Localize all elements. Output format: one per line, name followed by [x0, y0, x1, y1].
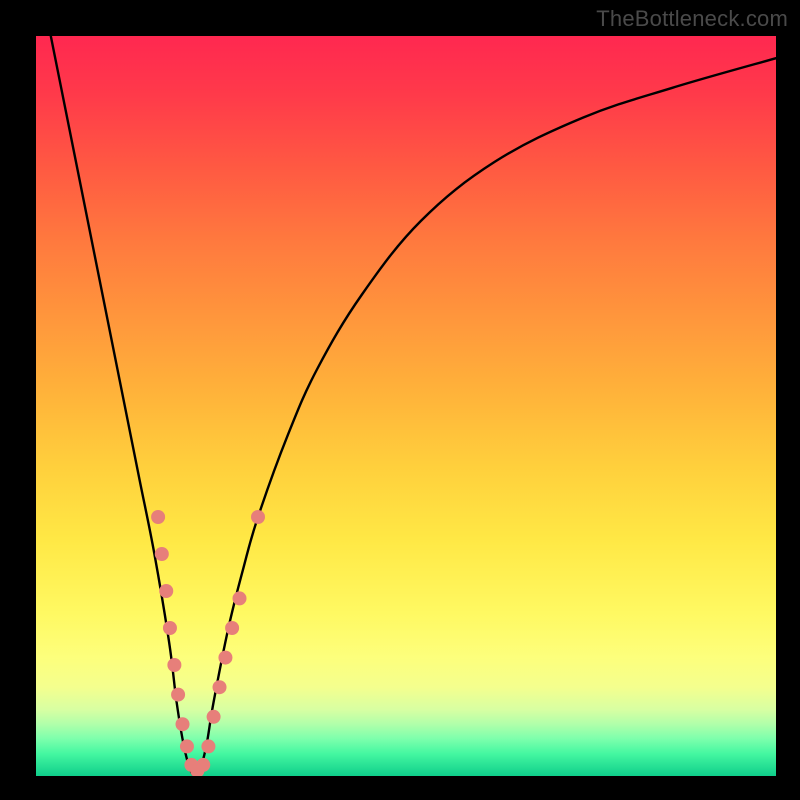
- data-marker: [163, 621, 177, 635]
- plot-area: [36, 36, 776, 776]
- data-marker: [196, 758, 210, 772]
- chart-svg: [36, 36, 776, 776]
- data-marker: [151, 510, 165, 524]
- data-marker: [159, 584, 173, 598]
- data-marker: [213, 680, 227, 694]
- watermark-text: TheBottleneck.com: [596, 6, 788, 32]
- data-marker: [167, 658, 181, 672]
- data-marker: [201, 739, 215, 753]
- data-marker: [233, 591, 247, 605]
- data-marker: [155, 547, 169, 561]
- curve-line: [51, 36, 776, 776]
- data-marker: [176, 717, 190, 731]
- data-marker: [207, 710, 221, 724]
- data-marker: [180, 739, 194, 753]
- data-marker: [251, 510, 265, 524]
- chart-frame: TheBottleneck.com: [0, 0, 800, 800]
- data-marker: [218, 651, 232, 665]
- data-marker: [171, 688, 185, 702]
- data-marker: [225, 621, 239, 635]
